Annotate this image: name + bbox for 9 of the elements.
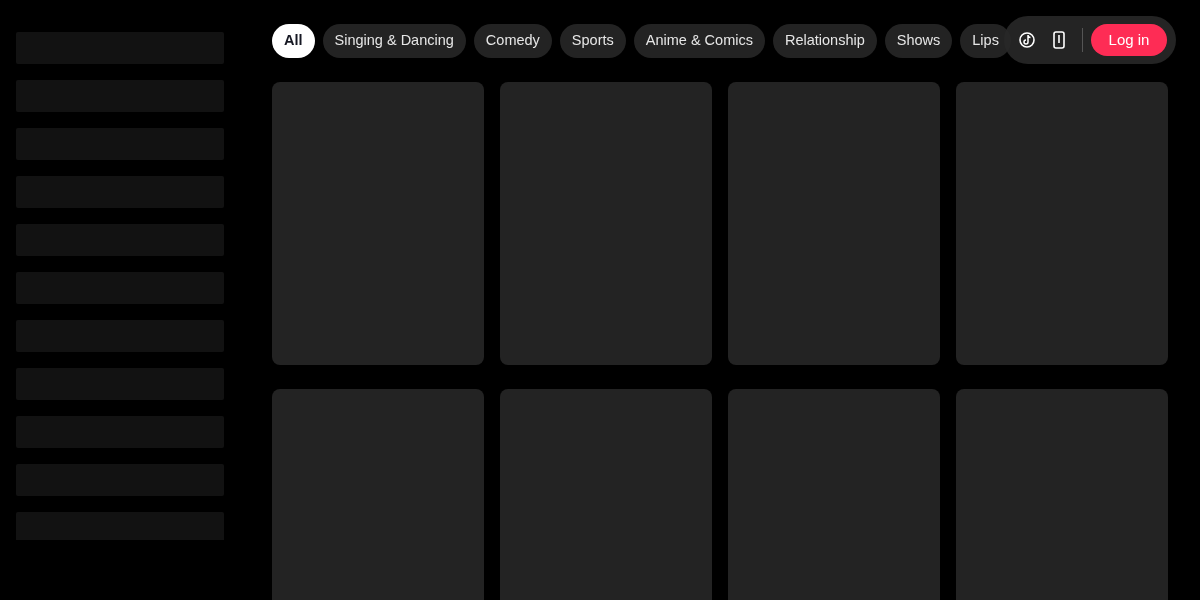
category-chip[interactable]: Anime & Comics: [633, 24, 765, 58]
music-note-icon[interactable]: [1016, 29, 1038, 51]
category-chip[interactable]: Sports: [559, 24, 626, 58]
category-chip[interactable]: Shows: [884, 24, 953, 58]
category-chip[interactable]: Singing & Dancing: [322, 24, 466, 58]
category-chip[interactable]: Relationship: [772, 24, 877, 58]
category-chip[interactable]: All: [272, 24, 315, 58]
login-button[interactable]: Log in: [1091, 24, 1167, 56]
category-chip[interactable]: Comedy: [473, 24, 552, 58]
